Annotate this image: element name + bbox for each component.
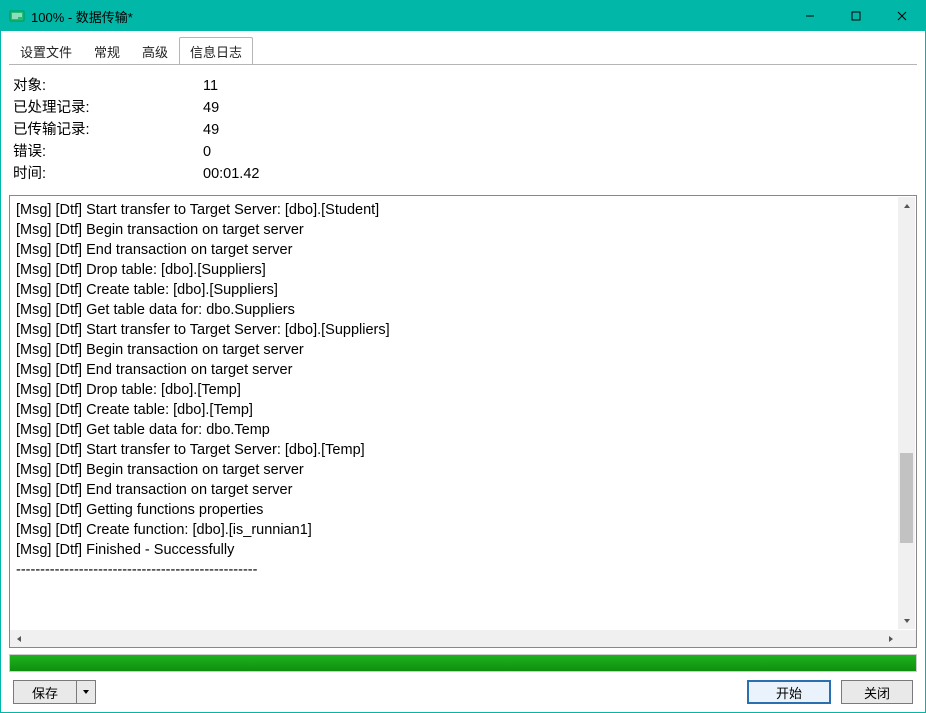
scroll-left-arrow-icon[interactable] [10, 630, 27, 647]
progress-bar [9, 654, 917, 672]
app-icon [9, 8, 25, 24]
summary-row-transferred: 已传输记录: 49 [13, 119, 913, 141]
app-window: 100% - 数据传输* 设置文件常规高级信息日志 对象: 11 已处理记录: … [0, 0, 926, 713]
summary-row-processed: 已处理记录: 49 [13, 97, 913, 119]
summary-value-transferred: 49 [203, 119, 219, 141]
summary-value-objects: 11 [203, 75, 218, 97]
log-line: [Msg] [Dtf] Create table: [dbo].[Temp] [16, 400, 910, 420]
tab-2[interactable]: 高级 [131, 37, 179, 65]
log-line: [Msg] [Dtf] End transaction on target se… [16, 360, 910, 380]
window-body: 设置文件常规高级信息日志 对象: 11 已处理记录: 49 已传输记录: 49 … [1, 31, 925, 712]
log-line: [Msg] [Dtf] Start transfer to Target Ser… [16, 320, 910, 340]
log-line: [Msg] [Dtf] Begin transaction on target … [16, 340, 910, 360]
summary-label-transferred: 已传输记录: [13, 119, 203, 141]
summary-row-objects: 对象: 11 [13, 75, 913, 97]
save-split-button[interactable]: 保存 [13, 680, 96, 704]
save-dropdown-toggle[interactable] [77, 681, 95, 703]
log-line: [Msg] [Dtf] Drop table: [dbo].[Temp] [16, 380, 910, 400]
summary-value-processed: 49 [203, 97, 219, 119]
summary-label-objects: 对象: [13, 75, 203, 97]
log-line: [Msg] [Dtf] Getting functions properties [16, 500, 910, 520]
log-line: [Msg] [Dtf] Get table data for: dbo.Supp… [16, 300, 910, 320]
close-window-button[interactable] [879, 1, 925, 31]
footer-bar: 保存 开始 关闭 [9, 672, 917, 706]
scroll-track-h[interactable] [27, 630, 882, 647]
log-line: [Msg] [Dtf] Drop table: [dbo].[Suppliers… [16, 260, 910, 280]
summary-value-errors: 0 [203, 141, 211, 163]
log-line: ----------------------------------------… [16, 560, 910, 580]
scroll-track[interactable] [898, 214, 915, 612]
progress-fill [10, 655, 916, 671]
horizontal-scrollbar[interactable] [10, 630, 916, 647]
log-line: [Msg] [Dtf] Start transfer to Target Ser… [16, 440, 910, 460]
log-line: [Msg] [Dtf] Create function: [dbo].[is_r… [16, 520, 910, 540]
vertical-scrollbar[interactable] [898, 197, 915, 629]
minimize-button[interactable] [787, 1, 833, 31]
scroll-up-arrow-icon[interactable] [898, 197, 915, 214]
log-box: [Msg] [Dtf] Start transfer to Target Ser… [9, 195, 917, 648]
save-button[interactable]: 保存 [14, 681, 77, 703]
summary-label-time: 时间: [13, 163, 203, 185]
log-line: [Msg] [Dtf] Start transfer to Target Ser… [16, 200, 910, 220]
log-line: [Msg] [Dtf] End transaction on target se… [16, 480, 910, 500]
maximize-button[interactable] [833, 1, 879, 31]
scroll-down-arrow-icon[interactable] [898, 612, 915, 629]
summary-panel: 对象: 11 已处理记录: 49 已传输记录: 49 错误: 0 时间: 00:… [9, 65, 917, 193]
window-title: 100% - 数据传输* [31, 7, 133, 26]
summary-value-time: 00:01.42 [203, 163, 259, 185]
tab-bar: 设置文件常规高级信息日志 [9, 39, 917, 65]
tab-3[interactable]: 信息日志 [179, 37, 253, 65]
scroll-right-arrow-icon[interactable] [882, 630, 899, 647]
start-button[interactable]: 开始 [747, 680, 831, 704]
summary-label-processed: 已处理记录: [13, 97, 203, 119]
log-line: [Msg] [Dtf] Begin transaction on target … [16, 220, 910, 240]
scroll-thumb[interactable] [900, 453, 913, 543]
chevron-down-icon [82, 688, 90, 696]
log-content[interactable]: [Msg] [Dtf] Start transfer to Target Ser… [10, 196, 916, 630]
log-line: [Msg] [Dtf] Begin transaction on target … [16, 460, 910, 480]
scroll-corner [899, 630, 916, 647]
close-button[interactable]: 关闭 [841, 680, 913, 704]
log-line: [Msg] [Dtf] Create table: [dbo].[Supplie… [16, 280, 910, 300]
log-line: [Msg] [Dtf] Get table data for: dbo.Temp [16, 420, 910, 440]
summary-label-errors: 错误: [13, 141, 203, 163]
titlebar[interactable]: 100% - 数据传输* [1, 1, 925, 31]
tab-0[interactable]: 设置文件 [9, 37, 83, 65]
log-line: [Msg] [Dtf] End transaction on target se… [16, 240, 910, 260]
summary-row-errors: 错误: 0 [13, 141, 913, 163]
log-line: [Msg] [Dtf] Finished - Successfully [16, 540, 910, 560]
summary-row-time: 时间: 00:01.42 [13, 163, 913, 185]
tab-1[interactable]: 常规 [83, 37, 131, 65]
